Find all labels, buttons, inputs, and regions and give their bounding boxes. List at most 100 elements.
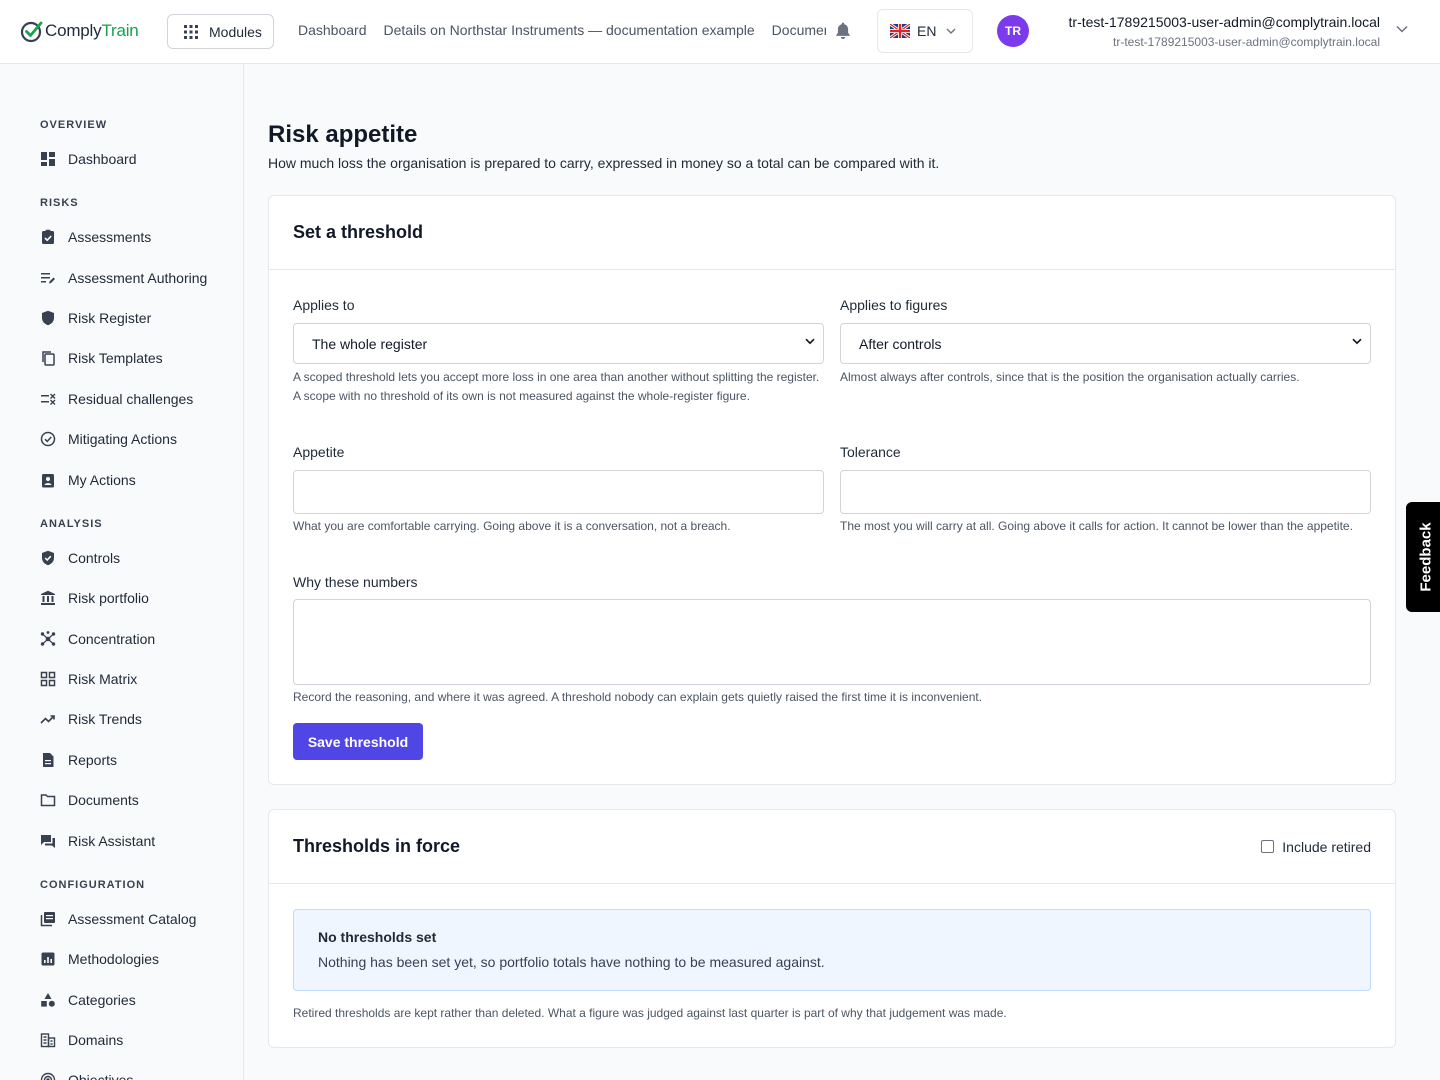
modules-button[interactable]: Modules xyxy=(167,14,274,49)
uk-flag-icon xyxy=(890,24,910,38)
figures-select[interactable]: After controls xyxy=(840,323,1371,364)
grid-icon xyxy=(184,24,198,39)
thresholds-in-force-card: Thresholds in force Include retired No t… xyxy=(268,809,1396,1048)
sidebar-item-label: Domains xyxy=(68,1032,124,1048)
sidebar-item-risk-trends[interactable]: Risk Trends xyxy=(40,707,142,731)
page-subtitle: How much loss the organisation is prepar… xyxy=(268,155,940,171)
chat-icon xyxy=(41,835,55,848)
sidebar-item-label: Mitigating Actions xyxy=(68,431,177,447)
save-threshold-button[interactable]: Save threshold xyxy=(293,723,423,760)
sidebar-item-label: Concentration xyxy=(68,631,156,647)
applies-to-help: A scoped threshold lets you accept more … xyxy=(293,370,820,403)
appetite-label: Appetite xyxy=(293,444,345,460)
why-label: Why these numbers xyxy=(293,574,418,590)
building-icon xyxy=(40,1033,56,1048)
sidebar-item-reports[interactable]: Reports xyxy=(40,748,117,772)
sidebar-item-risk-register[interactable]: Risk Register xyxy=(40,306,151,330)
appetite-input[interactable] xyxy=(293,470,824,514)
trending-up-icon xyxy=(40,715,55,724)
sidebar-section-configuration: CONFIGURATION xyxy=(40,879,146,891)
sidebar-item-my-actions[interactable]: My Actions xyxy=(40,468,136,492)
avatar[interactable]: TR xyxy=(997,15,1029,47)
sidebar-item-risk-templates[interactable]: Risk Templates xyxy=(40,346,163,370)
sidebar-item-label: Categories xyxy=(68,992,136,1008)
sidebar-item-label: Methodologies xyxy=(68,951,160,967)
tolerance-input[interactable] xyxy=(840,470,1371,514)
page-header: Risk appetite How much loss the organisa… xyxy=(268,120,1396,172)
breadcrumb-item[interactable]: Dashboard xyxy=(298,22,367,38)
sidebar-item-risk-matrix[interactable]: Risk Matrix xyxy=(40,667,137,691)
sidebar-section-overview: OVERVIEW xyxy=(40,119,108,131)
language-selector[interactable]: EN xyxy=(877,9,973,53)
sidebar-item-methodologies[interactable]: Methodologies xyxy=(40,947,159,971)
sidebar-item-residual-challenges[interactable]: Residual challenges xyxy=(40,387,193,411)
sidebar-item-mitigating-actions[interactable]: Mitigating Actions xyxy=(40,427,177,451)
breadcrumb-item[interactable]: Details on Northstar Instruments — docum… xyxy=(384,22,755,38)
sidebar-item-domains[interactable]: Domains xyxy=(40,1028,123,1052)
sidebar-item-label: Residual challenges xyxy=(68,391,194,407)
page-title: Risk appetite xyxy=(268,121,418,148)
checkbox-box[interactable] xyxy=(1261,840,1275,853)
card-title: Thresholds in force xyxy=(293,836,461,856)
sidebar-item-assessments[interactable]: Assessments xyxy=(40,225,151,249)
library-books-icon xyxy=(40,912,55,927)
include-retired-checkbox[interactable]: Include retired xyxy=(1261,839,1371,855)
sidebar-item-risk-portfolio[interactable]: Risk portfolio xyxy=(40,586,149,610)
folder-icon xyxy=(40,794,56,807)
checkmark-logo-icon xyxy=(20,21,43,43)
sidebar-item-categories[interactable]: Categories xyxy=(40,988,136,1012)
why-textarea[interactable] xyxy=(293,599,1371,685)
sidebar-item-controls[interactable]: Controls xyxy=(40,546,120,570)
user-menu[interactable]: tr-test-1789215003-user-admin@complytrai… xyxy=(1069,13,1380,51)
figures-help: Almost always after controls, since that… xyxy=(840,370,1300,384)
app-name-part1: Comply xyxy=(45,21,102,40)
bell-icon[interactable] xyxy=(835,22,851,40)
sidebar-item-label: Assessments xyxy=(68,229,152,245)
why-help: Record the reasoning, and where it was a… xyxy=(293,690,983,704)
app-name-part2: Train xyxy=(101,21,139,40)
sidebar-item-label: Risk Trends xyxy=(68,711,142,727)
bank-icon xyxy=(41,590,55,605)
top-bar: Comply Train Modules Dashboard Details on … xyxy=(0,0,1440,64)
card-title: Set a threshold xyxy=(293,222,424,242)
figures-label: Applies to figures xyxy=(840,297,948,313)
sidebar-item-concentration[interactable]: Concentration xyxy=(40,627,155,651)
breadcrumb-item[interactable]: Documentation xyxy=(772,22,826,38)
target-icon xyxy=(40,1072,56,1080)
sidebar-item-risk-assistant[interactable]: Risk Assistant xyxy=(40,829,155,853)
sidebar-item-objectives[interactable]: Objectives xyxy=(40,1068,133,1080)
assignment-ind-icon xyxy=(42,474,54,488)
card-header: Thresholds in force Include retired xyxy=(269,810,1395,884)
copy-icon xyxy=(42,351,55,366)
tolerance-help: The most you will carry at all. Going ab… xyxy=(840,519,1353,533)
chevron-down-icon xyxy=(1352,338,1362,345)
user-email: tr-test-1789215003-user-admin@complytrai… xyxy=(1113,35,1380,49)
sidebar-item-label: Risk Templates xyxy=(68,350,163,366)
feedback-tab[interactable]: Feedback xyxy=(1406,502,1440,612)
sidebar-item-label: Objectives xyxy=(68,1072,134,1080)
sidebar-item-label: Risk portfolio xyxy=(68,590,149,606)
sidebar-item-label: Risk Matrix xyxy=(68,671,138,687)
language-code: EN xyxy=(917,23,937,39)
sidebar-item-label: Risk Register xyxy=(68,310,152,326)
grid-view-icon xyxy=(40,671,56,687)
figures-value: After controls xyxy=(859,335,942,352)
empty-state-alert: No thresholds set Nothing has been set y… xyxy=(293,909,1371,991)
chevron-down-icon xyxy=(805,338,815,345)
sidebar-section-risks: RISKS xyxy=(40,197,79,209)
sidebar-item-dashboard[interactable]: Dashboard xyxy=(40,147,137,171)
tolerance-label: Tolerance xyxy=(840,444,901,460)
sidebar-item-assessment-authoring[interactable]: Assessment Authoring xyxy=(40,266,207,290)
app-logo[interactable]: Comply Train xyxy=(20,18,139,44)
sidebar-item-label: My Actions xyxy=(68,472,136,488)
threshold-form-card: Set a threshold Applies to The whole reg… xyxy=(268,195,1396,785)
chevron-down-icon[interactable] xyxy=(1396,25,1408,33)
dashboard-icon xyxy=(41,152,55,166)
file-text-icon xyxy=(43,753,54,767)
sidebar-item-label: Assessment Catalog xyxy=(68,911,197,927)
applies-to-select[interactable]: The whole register xyxy=(293,323,824,364)
sidebar-item-assessment-catalog[interactable]: Assessment Catalog xyxy=(40,907,196,931)
user-name: tr-test-1789215003-user-admin@complytrai… xyxy=(1068,14,1380,30)
sidebar: OVERVIEW Dashboard RISKS Assessments Ass… xyxy=(0,64,244,1080)
sidebar-item-documents[interactable]: Documents xyxy=(40,788,139,812)
